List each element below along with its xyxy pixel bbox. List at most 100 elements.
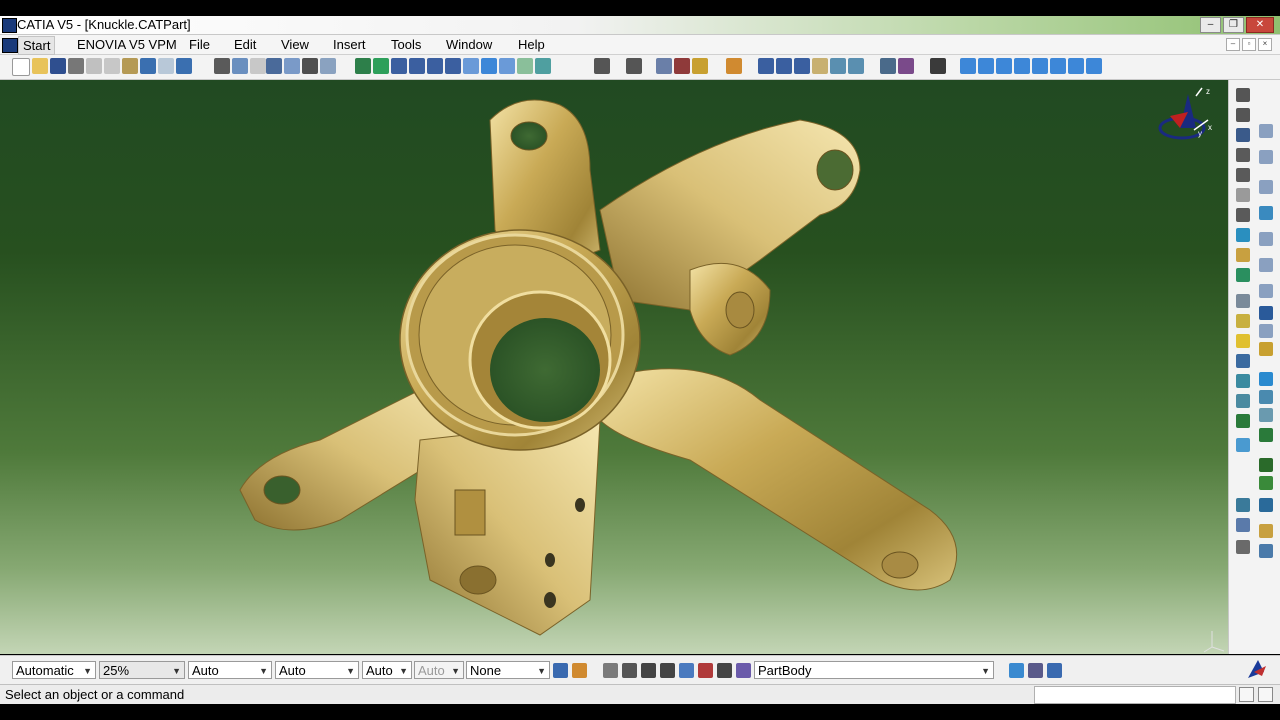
union-trim-icon[interactable] <box>1259 544 1273 558</box>
thick-surface-icon[interactable] <box>1259 458 1273 472</box>
close-button[interactable]: ✕ <box>1246 17 1274 33</box>
line-color-select[interactable]: Auto ▼ <box>188 661 272 679</box>
surface-icon[interactable] <box>1259 372 1273 386</box>
restore-button[interactable]: ❐ <box>1223 17 1244 33</box>
table-icon[interactable] <box>266 58 282 74</box>
line-type-select[interactable]: Auto ▼ <box>362 661 412 679</box>
measure-icon[interactable] <box>320 58 336 74</box>
normal-view-icon[interactable] <box>463 58 479 74</box>
help-pointer-icon[interactable] <box>1047 663 1062 678</box>
whats-this-icon[interactable] <box>176 58 192 74</box>
circle-icon[interactable] <box>1259 258 1273 272</box>
parameter-icon[interactable] <box>250 58 266 74</box>
groove-icon[interactable] <box>1236 148 1250 162</box>
body-select[interactable]: PartBody ▼ <box>754 661 994 679</box>
define-work-object-icon[interactable] <box>1028 663 1043 678</box>
snap-icon[interactable] <box>930 58 946 74</box>
view-iso-icon[interactable] <box>1068 58 1084 74</box>
new-icon[interactable] <box>12 58 30 76</box>
analysis-icon[interactable] <box>284 58 300 74</box>
mdi-minimize-button[interactable]: – <box>1226 38 1240 51</box>
sew-icon[interactable] <box>1259 408 1273 422</box>
status-button-1[interactable] <box>1239 687 1254 702</box>
mirror-icon[interactable] <box>1236 414 1250 428</box>
close-surface-icon[interactable] <box>1259 428 1273 442</box>
ellipse-icon[interactable] <box>1259 284 1273 298</box>
point-sketch-icon[interactable] <box>1259 306 1273 320</box>
line-icon[interactable] <box>794 58 810 74</box>
translation-icon[interactable] <box>1236 394 1250 408</box>
scaling-icon[interactable] <box>1236 498 1250 512</box>
pattern-icon[interactable] <box>1236 438 1250 452</box>
apply-edit-icon[interactable] <box>880 58 896 74</box>
thread-icon[interactable] <box>1236 354 1250 368</box>
iso-view-icon[interactable] <box>481 58 497 74</box>
decimal-icon[interactable] <box>660 663 675 678</box>
sketch-icon[interactable] <box>1259 150 1273 164</box>
hide-show-icon[interactable] <box>517 58 533 74</box>
hole-icon[interactable] <box>1236 168 1250 182</box>
pan-icon[interactable] <box>391 58 407 74</box>
zoom-out-icon[interactable] <box>445 58 461 74</box>
split-icon[interactable] <box>1259 390 1273 404</box>
slot-icon[interactable] <box>1236 208 1250 222</box>
profile-icon[interactable] <box>1259 180 1273 194</box>
point-icon[interactable] <box>758 58 774 74</box>
view-right-icon[interactable] <box>1014 58 1030 74</box>
fillet-icon[interactable] <box>1236 248 1250 262</box>
named-views-icon[interactable] <box>1086 58 1102 74</box>
intersect-icon[interactable] <box>1259 524 1273 538</box>
hierarchy-icon[interactable] <box>717 663 732 678</box>
measure-between-icon[interactable] <box>679 663 694 678</box>
view-bottom-icon[interactable] <box>1050 58 1066 74</box>
minimize-button[interactable]: – <box>1200 17 1221 33</box>
remove-face-icon[interactable] <box>1236 374 1250 388</box>
constraint-defined-icon[interactable] <box>674 58 690 74</box>
boolean-icon[interactable] <box>1236 540 1250 554</box>
3d-viewport[interactable]: z x y <box>0 80 1228 654</box>
sketcher-icon[interactable] <box>594 58 610 74</box>
insert-body-icon[interactable] <box>1009 663 1024 678</box>
compass-widget[interactable]: z x y <box>1150 86 1220 156</box>
grid-icon[interactable] <box>1236 518 1250 532</box>
formula-icon[interactable] <box>214 58 230 74</box>
globe-icon[interactable] <box>622 663 637 678</box>
menu-window[interactable]: Window <box>442 36 496 53</box>
rib-icon[interactable] <box>1236 188 1250 202</box>
mdi-close-button[interactable]: × <box>1258 38 1272 51</box>
zoom-select[interactable]: 25% ▼ <box>99 661 185 679</box>
zoom-in-icon[interactable] <box>427 58 443 74</box>
analysis-tools-icon[interactable] <box>698 663 713 678</box>
camera-icon[interactable] <box>626 58 642 74</box>
work-object-icon[interactable] <box>736 663 751 678</box>
point-type-select[interactable]: Auto ▼ <box>414 661 464 679</box>
layer-select[interactable]: None ▼ <box>466 661 550 679</box>
menu-insert[interactable]: Insert <box>329 36 370 53</box>
menu-edit[interactable]: Edit <box>230 36 260 53</box>
paste-icon[interactable] <box>122 58 138 74</box>
tree-icon[interactable] <box>898 58 914 74</box>
menu-help[interactable]: Help <box>514 36 549 53</box>
catalog-icon[interactable] <box>302 58 318 74</box>
view-front-icon[interactable] <box>960 58 976 74</box>
axis-system-icon[interactable] <box>830 58 846 74</box>
view-left-icon[interactable] <box>996 58 1012 74</box>
constraint-icon[interactable] <box>656 58 672 74</box>
mdi-restore-button[interactable]: ▫ <box>1242 38 1256 51</box>
print-icon[interactable] <box>68 58 84 74</box>
menu-start[interactable]: Start <box>18 36 56 55</box>
undo-icon[interactable] <box>140 58 156 74</box>
pad-icon[interactable] <box>1236 88 1250 102</box>
graphic-mode-select[interactable]: Automatic ▼ <box>12 661 96 679</box>
menu-view[interactable]: View <box>277 36 313 53</box>
apply-material-icon[interactable] <box>726 58 742 74</box>
rotate-icon[interactable] <box>409 58 425 74</box>
add-icon[interactable] <box>1259 476 1273 490</box>
view-top-icon[interactable] <box>1032 58 1048 74</box>
menu-tools[interactable]: Tools <box>387 36 425 53</box>
open-icon[interactable] <box>32 58 48 74</box>
fit-all-icon[interactable] <box>373 58 389 74</box>
line-sketch-icon[interactable] <box>1259 324 1273 338</box>
shaft-icon[interactable] <box>1236 128 1250 142</box>
pocket-icon[interactable] <box>1236 108 1250 122</box>
